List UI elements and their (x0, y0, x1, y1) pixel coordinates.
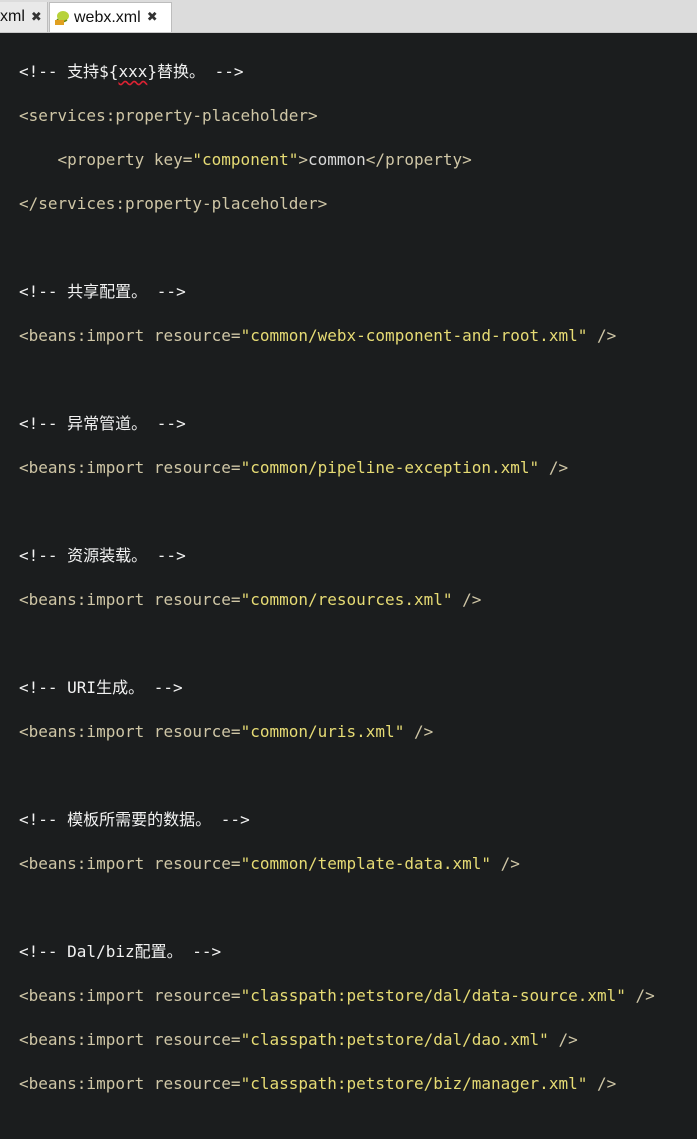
tab-xml[interactable]: xml ✖ (0, 2, 48, 32)
tag: </services:property-placeholder> (19, 194, 328, 213)
tag: <beans:import resource= (19, 326, 241, 345)
tag: /> (404, 722, 434, 741)
tag: <beans:import resource= (19, 854, 241, 873)
code-content: <!-- 支持${xxx}替换。 --> <services:property-… (19, 39, 655, 1139)
code-line: <!-- 模板所需要的数据。 --> (19, 809, 655, 831)
code-line: <!-- 共享配置。 --> (19, 281, 655, 303)
tag: /> (625, 986, 655, 1005)
code-line: <!-- 异常管道。 --> (19, 413, 655, 435)
code-line: <services:property-placeholder> (19, 105, 655, 127)
code-line: <!-- URI生成。 --> (19, 677, 655, 699)
attr-value: "common/webx-component-and-root.xml" (240, 326, 588, 345)
tag: <beans:import resource= (19, 1074, 241, 1093)
code-line: <property key="component">common</proper… (19, 149, 655, 171)
comment: <!-- 共享配置。 --> (19, 282, 186, 301)
comment: <!-- URI生成。 --> (19, 678, 183, 697)
comment: <!-- 模板所需要的数据。 --> (19, 810, 250, 829)
spellcheck-word: xxx (118, 62, 148, 81)
code-line: <beans:import resource="common/template-… (19, 853, 655, 875)
code-line: <beans:import resource="common/uris.xml"… (19, 721, 655, 743)
attr-value: "classpath:petstore/dal/dao.xml" (240, 1030, 549, 1049)
comment-close: --> (205, 62, 244, 81)
xml-file-icon (54, 10, 70, 26)
attr-value: "common/resources.xml" (240, 590, 453, 609)
comment-text: }替换。 (147, 62, 205, 81)
code-line: <beans:import resource="classpath:petsto… (19, 1029, 655, 1051)
attr-value: "classpath:petstore/dal/data-source.xml" (240, 986, 626, 1005)
tab-label: xml (0, 8, 25, 25)
tag: <beans:import resource= (19, 986, 241, 1005)
tag: /> (587, 326, 617, 345)
code-line: <!-- 支持${xxx}替换。 --> (19, 61, 655, 83)
attr-value: "component" (192, 150, 299, 169)
close-icon[interactable]: ✖ (31, 10, 42, 25)
tag: <beans:import resource= (19, 722, 241, 741)
tab-bar: xml ✖ webx.xml ✖ (0, 0, 697, 33)
tag: /> (548, 1030, 578, 1049)
attr-value: "common/uris.xml" (240, 722, 405, 741)
comment-open: <!-- (19, 62, 68, 81)
code-line: <!-- 资源装载。 --> (19, 545, 655, 567)
code-line: </services:property-placeholder> (19, 193, 655, 215)
tab-label: webx.xml (74, 8, 141, 26)
attr-value: "common/template-data.xml" (240, 854, 492, 873)
comment: <!-- Dal/biz配置。 --> (19, 942, 222, 961)
code-line: <beans:import resource="common/pipeline-… (19, 457, 655, 479)
tag: <beans:import resource= (19, 590, 241, 609)
comment: <!-- 资源装载。 --> (19, 546, 186, 565)
tag: <beans:import resource= (19, 1030, 241, 1049)
code-editor[interactable]: <!-- 支持${xxx}替换。 --> <services:property-… (0, 34, 697, 1093)
comment: <!-- 异常管道。 --> (19, 414, 186, 433)
tag: > (298, 150, 308, 169)
comment-text: 支持${ (67, 62, 119, 81)
tag: </property> (365, 150, 472, 169)
tag: <property key= (57, 150, 193, 169)
code-line: <beans:import resource="common/resources… (19, 589, 655, 611)
tag: <beans:import resource= (19, 458, 241, 477)
code-line: <!-- Dal/biz配置。 --> (19, 941, 655, 963)
code-line: <beans:import resource="common/webx-comp… (19, 325, 655, 347)
tag: <services:property-placeholder> (19, 106, 318, 125)
code-line: <beans:import resource="classpath:petsto… (19, 1073, 655, 1095)
text-node: common (308, 150, 366, 169)
close-icon[interactable]: ✖ (147, 10, 158, 25)
tag: /> (539, 458, 569, 477)
tab-webx-xml[interactable]: webx.xml ✖ (49, 2, 172, 32)
attr-value: "common/pipeline-exception.xml" (240, 458, 540, 477)
tag: /> (452, 590, 482, 609)
code-line: <beans:import resource="classpath:petsto… (19, 985, 655, 1007)
tag: /> (491, 854, 520, 873)
attr-value: "classpath:petstore/biz/manager.xml" (240, 1074, 588, 1093)
tag: /> (587, 1074, 617, 1093)
